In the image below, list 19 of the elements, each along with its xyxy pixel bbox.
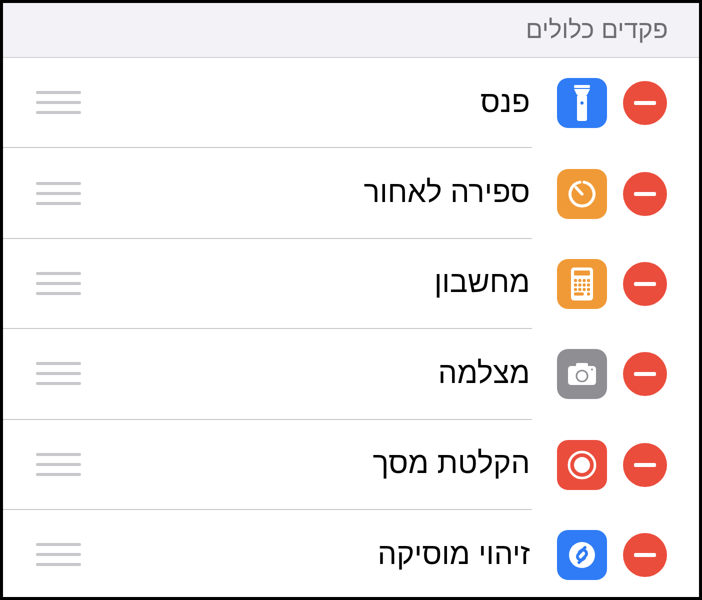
row-label: מצלמה — [438, 356, 530, 391]
drag-handle-icon[interactable] — [36, 182, 81, 205]
drag-handle-icon[interactable] — [36, 452, 81, 476]
drag-handle-icon[interactable] — [36, 91, 81, 114]
drag-handle-icon[interactable] — [36, 272, 81, 295]
row-label: זיהוי מוסיקה — [378, 538, 530, 572]
remove-icon[interactable] — [623, 442, 667, 487]
section-header: פקדים כלולים — [3, 3, 699, 58]
drag-handle-icon[interactable] — [36, 543, 81, 566]
row-label: פנס — [480, 86, 530, 120]
row-label: הקלטת מסך — [372, 447, 530, 482]
remove-icon[interactable] — [623, 262, 667, 306]
remove-icon[interactable] — [623, 81, 667, 126]
remove-icon[interactable] — [623, 352, 667, 396]
remove-icon[interactable] — [623, 172, 667, 216]
row-label: מחשבון — [434, 266, 530, 300]
drag-handle-icon[interactable] — [36, 362, 81, 386]
remove-icon[interactable] — [623, 533, 667, 578]
row-label: ספירה לאחור — [364, 176, 530, 210]
